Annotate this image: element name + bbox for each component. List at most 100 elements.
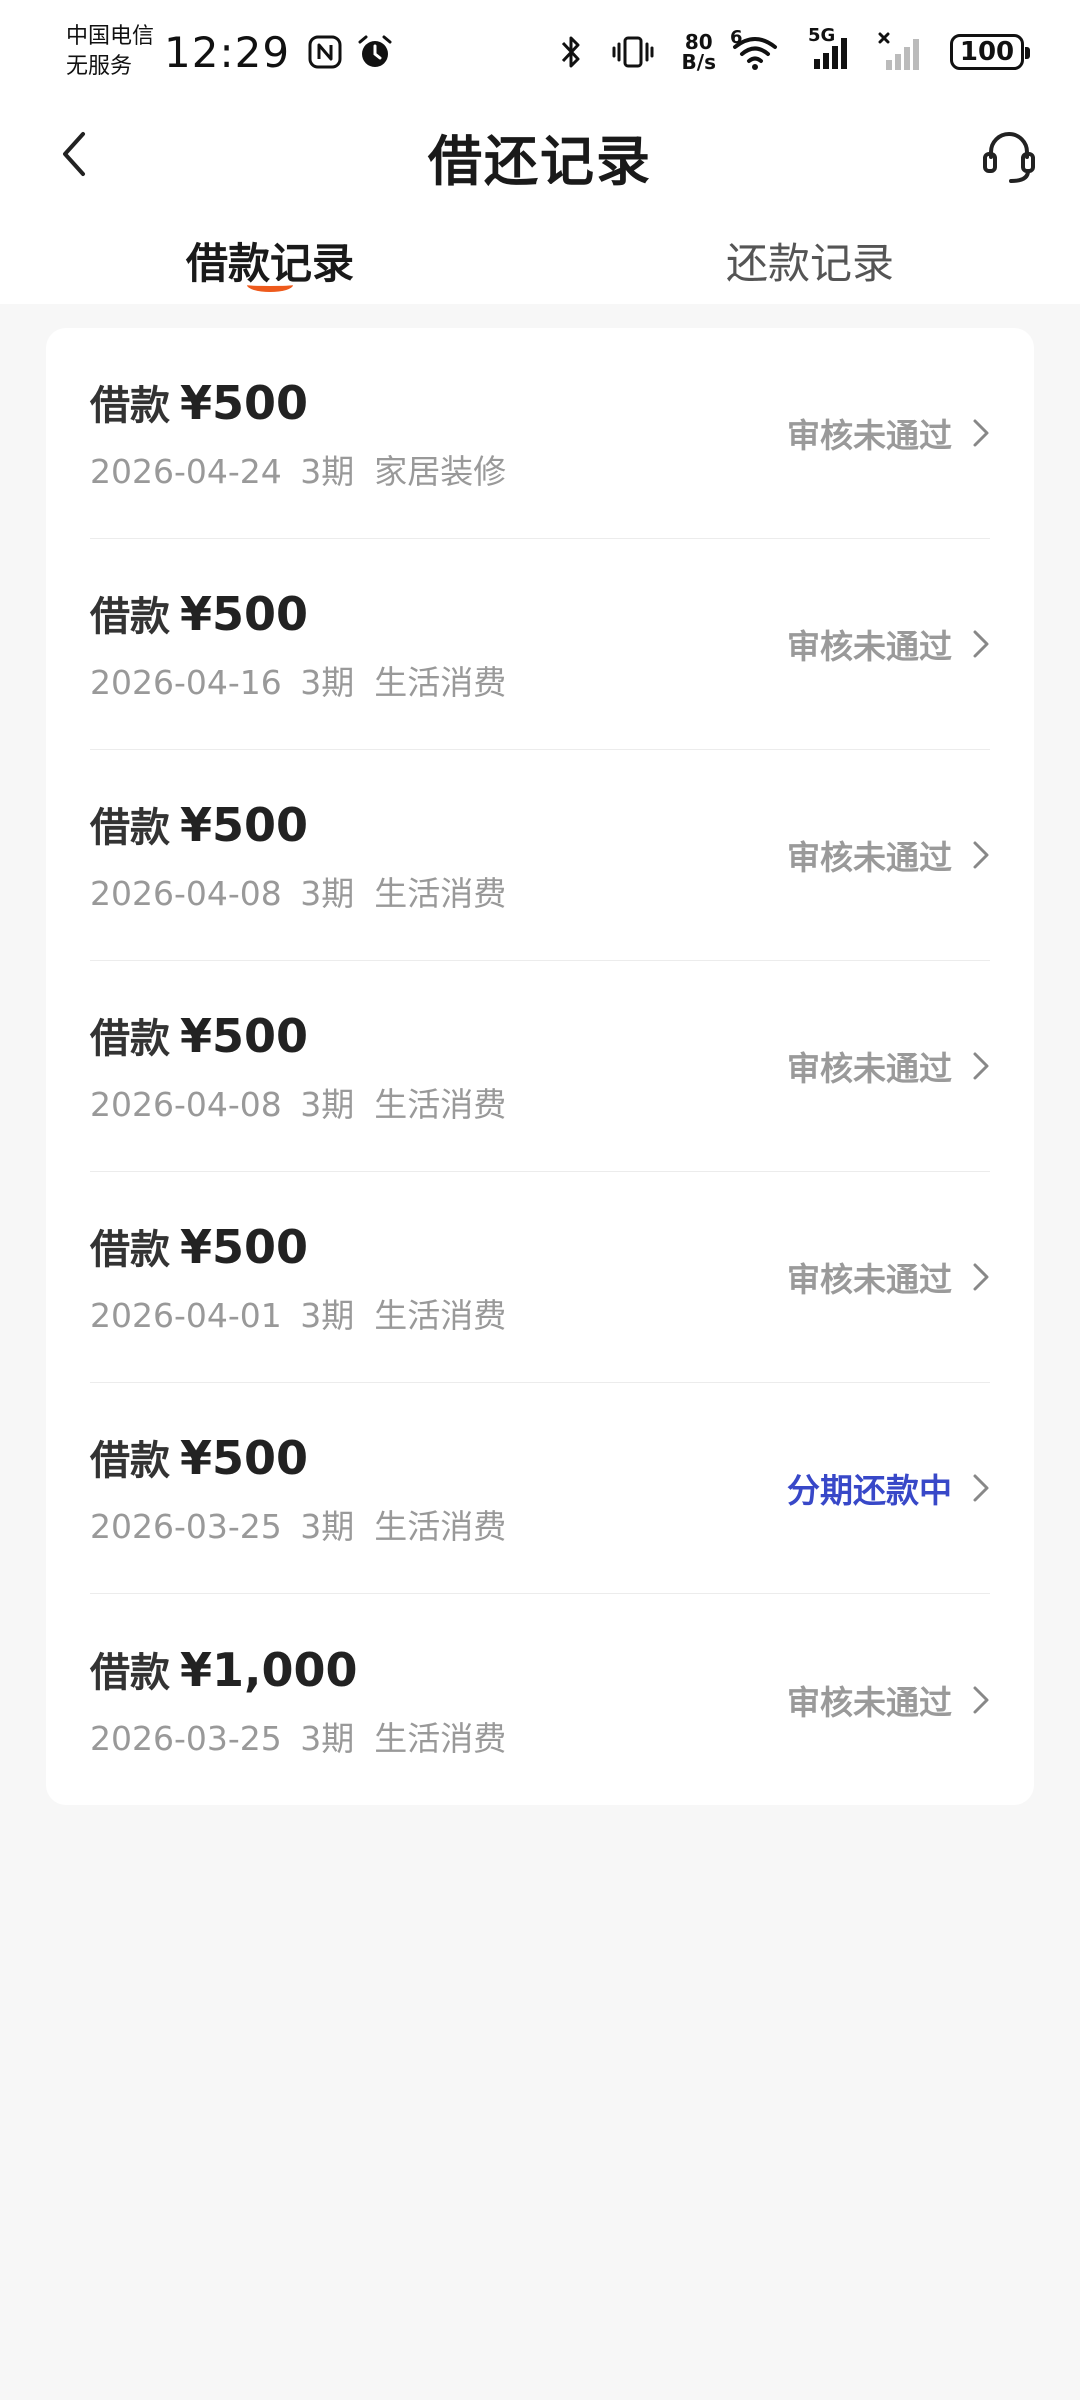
loan-purpose: 家居装修 xyxy=(374,452,507,491)
headset-icon xyxy=(979,125,1039,189)
loan-amount: ¥500 xyxy=(180,798,309,852)
loan-date: 2026-03-25 xyxy=(90,1507,282,1546)
loan-meta: 2026-04-08 3期 生活消费 xyxy=(90,1078,506,1126)
tab-repayment-records[interactable]: 还款记录 xyxy=(540,208,1080,304)
loan-status: 分期还款中 xyxy=(787,1471,952,1510)
loan-date: 2026-04-08 xyxy=(90,874,282,913)
loan-status: 审核未通过 xyxy=(787,1049,952,1088)
carrier-name: 中国电信 xyxy=(66,24,155,49)
loan-amount: ¥500 xyxy=(180,1431,309,1485)
loan-date: 2026-04-16 xyxy=(90,663,282,702)
loan-date: 2026-03-25 xyxy=(90,1718,282,1758)
loan-record-title: 借款 ¥1,000 xyxy=(90,1640,506,1698)
network-type-badge: 5G xyxy=(808,25,836,46)
loan-record-info: 借款 ¥1,000 2026-03-25 3期 生活消费 xyxy=(90,1640,506,1760)
bluetooth-icon xyxy=(558,33,584,71)
status-bar-left: 中国电信 无服务 12:29 xyxy=(66,22,408,82)
loan-purpose: 生活消费 xyxy=(374,1085,507,1124)
loan-meta: 2026-04-16 3期 生活消费 xyxy=(90,656,506,704)
loan-label: 借款 xyxy=(90,1227,170,1273)
loan-purpose: 生活消费 xyxy=(374,663,507,702)
loan-label: 借款 xyxy=(90,383,170,429)
loan-record-info: 借款 ¥500 2026-04-08 3期 生活消费 xyxy=(90,1006,506,1126)
loan-record-row[interactable]: 借款 ¥500 2026-04-01 3期 生活消费 审核未通过 xyxy=(90,1172,990,1383)
network-speed: 80 B/s xyxy=(682,32,716,72)
clock: 12:29 xyxy=(164,27,291,77)
record-tabs: 借款记录 还款记录 xyxy=(0,208,1080,304)
loan-record-row[interactable]: 借款 ¥500 2026-04-24 3期 家居装修 审核未通过 xyxy=(90,328,990,539)
wifi-badge: 6 xyxy=(730,27,743,48)
loan-meta: 2026-04-08 3期 生活消费 xyxy=(90,867,506,915)
loan-record-title: 借款 ¥500 xyxy=(90,584,506,642)
loan-record-row[interactable]: 借款 ¥500 2026-04-08 3期 生活消费 审核未通过 xyxy=(90,750,990,961)
loan-status: 审核未通过 xyxy=(787,838,952,877)
loan-status: 审核未通过 xyxy=(787,1682,952,1722)
loan-label: 借款 xyxy=(90,805,170,851)
loan-meta: 2026-04-01 3期 生活消费 xyxy=(90,1289,506,1337)
loan-purpose: 生活消费 xyxy=(374,1507,507,1546)
loan-purpose: 生活消费 xyxy=(374,1296,507,1335)
loan-status: 审核未通过 xyxy=(787,627,952,666)
status-bar: 中国电信 无服务 12:29 80 B/s 6 5G 100 xyxy=(0,0,1080,104)
loan-status-area: 分期还款中 xyxy=(787,1464,990,1512)
loan-status-area: 审核未通过 xyxy=(787,409,990,457)
loan-meta: 2026-04-24 3期 家居装修 xyxy=(90,445,506,493)
loan-date: 2026-04-24 xyxy=(90,452,282,491)
loan-amount: ¥500 xyxy=(180,1220,309,1274)
chevron-right-icon xyxy=(972,629,990,659)
loan-label: 借款 xyxy=(90,1016,170,1062)
loan-label: 借款 xyxy=(90,1438,170,1484)
loan-record-row[interactable]: 借款 ¥1,000 2026-03-25 3期 生活消费 审核未通过 xyxy=(90,1594,990,1805)
loan-record-list: 借款 ¥500 2026-04-24 3期 家居装修 审核未通过 借款 ¥500 … xyxy=(46,328,1034,1805)
wifi-icon: 6 xyxy=(730,27,780,71)
loan-status-area: 审核未通过 xyxy=(787,1676,990,1724)
customer-service-button[interactable] xyxy=(974,124,1044,190)
loan-record-info: 借款 ¥500 2026-04-01 3期 生活消费 xyxy=(90,1217,506,1337)
loan-purpose: 生活消费 xyxy=(374,874,507,913)
tab-label: 还款记录 xyxy=(725,239,894,288)
loan-amount: ¥500 xyxy=(180,1009,309,1063)
chevron-right-icon xyxy=(972,1473,990,1503)
loan-record-title: 借款 ¥500 xyxy=(90,373,506,431)
loan-label: 借款 xyxy=(90,594,170,640)
alarm-icon xyxy=(356,33,394,71)
loan-record-row[interactable]: 借款 ¥500 2026-04-08 3期 生活消费 审核未通过 xyxy=(90,961,990,1172)
tab-loan-records[interactable]: 借款记录 xyxy=(0,208,540,304)
chevron-right-icon xyxy=(972,1051,990,1081)
top-area: 中国电信 无服务 12:29 80 B/s 6 5G 100 借还记录 借款记录… xyxy=(0,0,1080,304)
loan-amount: ¥500 xyxy=(180,587,309,641)
back-button[interactable] xyxy=(44,126,104,186)
loan-status: 审核未通过 xyxy=(787,1260,952,1299)
loan-record-info: 借款 ¥500 2026-04-16 3期 生活消费 xyxy=(90,584,506,704)
loan-term: 3期 xyxy=(300,1296,355,1335)
loan-date: 2026-04-01 xyxy=(90,1296,282,1335)
title-bar: 借还记录 xyxy=(0,104,1080,208)
battery-indicator: 100 xyxy=(950,34,1030,70)
loan-amount: ¥1,000 xyxy=(180,1642,358,1697)
loan-status-area: 审核未通过 xyxy=(787,831,990,879)
loan-status: 审核未通过 xyxy=(787,416,952,455)
loan-term: 3期 xyxy=(300,1718,355,1758)
network-speed-unit: B/s xyxy=(681,50,716,74)
loan-label: 借款 xyxy=(90,1649,170,1696)
carrier-info: 中国电信 无服务 xyxy=(66,22,154,82)
loan-status-area: 审核未通过 xyxy=(787,1253,990,1301)
network-speed-value: 80 xyxy=(684,30,713,54)
signal-5g-icon: 5G xyxy=(808,25,850,71)
loan-record-info: 借款 ¥500 2026-04-08 3期 生活消费 xyxy=(90,795,506,915)
loan-amount: ¥500 xyxy=(180,376,309,430)
page-title: 借还记录 xyxy=(428,129,652,193)
active-tab-indicator xyxy=(247,278,293,292)
loan-term: 3期 xyxy=(300,874,355,913)
chevron-right-icon xyxy=(972,840,990,870)
loan-record-title: 借款 ¥500 xyxy=(90,1428,506,1486)
loan-record-row[interactable]: 借款 ¥500 2026-03-25 3期 生活消费 分期还款中 xyxy=(90,1383,990,1594)
loan-status-area: 审核未通过 xyxy=(787,1042,990,1090)
loan-record-row[interactable]: 借款 ¥500 2026-04-16 3期 生活消费 审核未通过 xyxy=(90,539,990,750)
loan-record-title: 借款 ¥500 xyxy=(90,1006,506,1064)
signal-no-sim-icon xyxy=(878,32,922,72)
status-bar-right: 80 B/s 6 5G 100 xyxy=(558,25,1030,72)
carrier-service: 无服务 xyxy=(66,54,133,79)
loan-record-title: 借款 ¥500 xyxy=(90,1217,506,1275)
loan-term: 3期 xyxy=(300,663,355,702)
